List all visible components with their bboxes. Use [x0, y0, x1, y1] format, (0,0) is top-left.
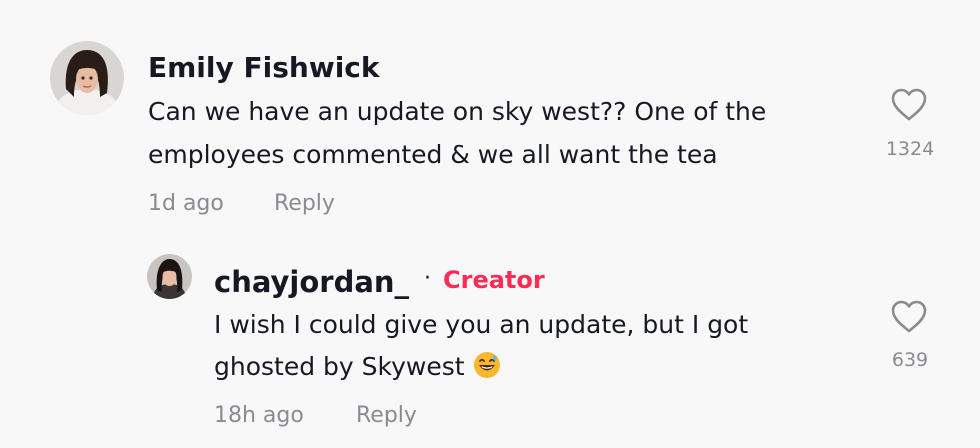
comment-username[interactable]: Emily Fishwick [148, 51, 380, 84]
comment-timestamp: 1d ago [148, 191, 224, 216]
avatar[interactable] [50, 41, 124, 115]
reply-text-line-2: ghosted by Skywest [214, 342, 501, 396]
reply-username[interactable]: chayjordan_ [214, 265, 409, 299]
profile-photo [50, 41, 124, 115]
heart-icon[interactable] [891, 88, 927, 126]
like-count: 639 [891, 349, 929, 371]
like-count: 1324 [885, 138, 935, 160]
comment-text-line: employees commented & we all want the te… [148, 140, 718, 169]
separator-dot: · [424, 266, 431, 291]
profile-photo [147, 254, 192, 299]
reply-button[interactable]: Reply [356, 403, 417, 428]
creator-badge: Creator [443, 266, 545, 294]
heart-icon[interactable] [891, 300, 927, 338]
reply-button[interactable]: Reply [274, 191, 335, 216]
reply-timestamp: 18h ago [214, 403, 304, 428]
reply-text-line: ghosted by Skywest [214, 352, 465, 381]
grinning-sweat-emoji-icon [473, 346, 501, 396]
avatar[interactable] [147, 254, 192, 299]
